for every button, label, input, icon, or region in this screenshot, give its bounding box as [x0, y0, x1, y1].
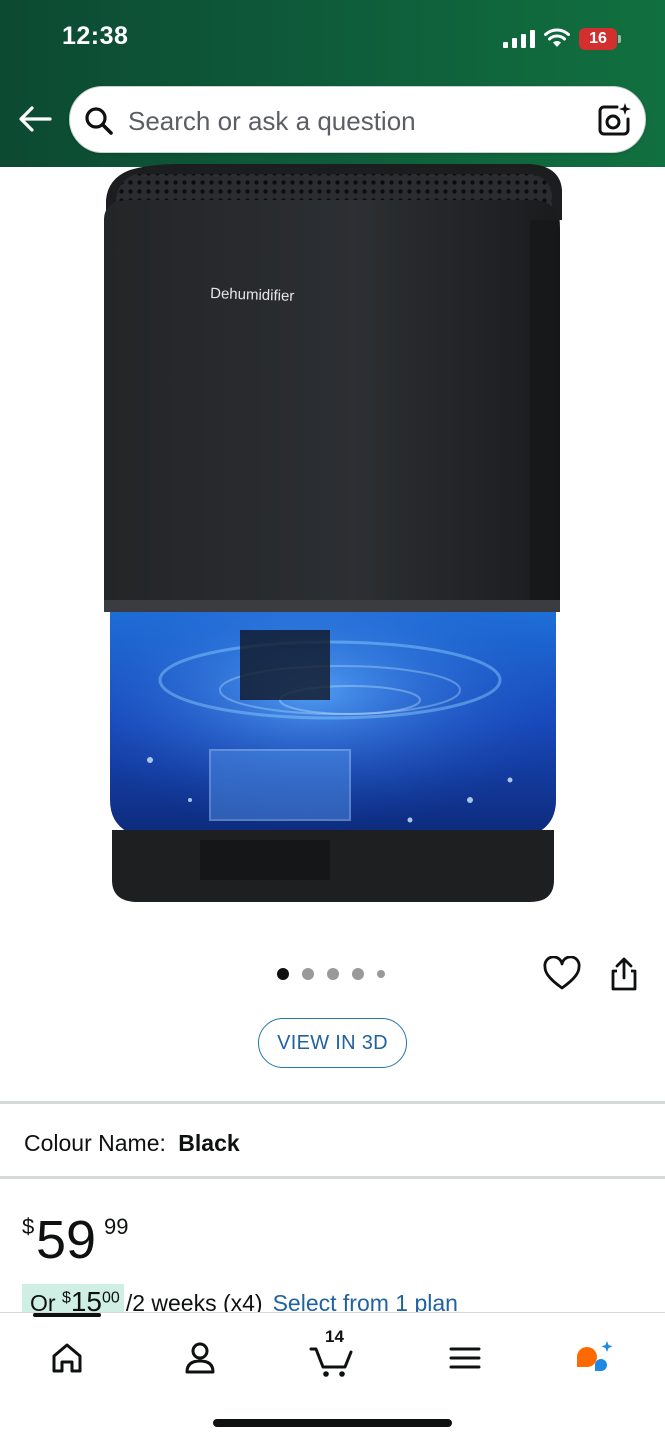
search-input[interactable]: [128, 101, 568, 141]
wifi-icon: [544, 28, 570, 47]
svg-text:Dehumidifier: Dehumidifier: [210, 285, 295, 305]
home-indicator: [213, 1419, 452, 1427]
installment-fraction: 00: [102, 1289, 120, 1307]
price-currency-symbol: $: [22, 1214, 35, 1239]
price-whole: 59: [36, 1210, 97, 1270]
search-icon: [85, 107, 113, 135]
select-plan-link[interactable]: Select from 1 plan: [273, 1290, 458, 1314]
installment-whole: 15: [70, 1286, 103, 1314]
rufus-assistant-icon: [577, 1341, 613, 1371]
home-icon: [52, 1343, 82, 1373]
status-time: 12:38: [62, 22, 129, 50]
back-button[interactable]: [14, 98, 56, 140]
colour-label: Colour Name:: [24, 1130, 166, 1156]
bottom-nav: 14: [0, 1312, 665, 1440]
active-tab-indicator: [33, 1313, 101, 1317]
hamburger-menu-icon: [449, 1347, 481, 1369]
nav-cart[interactable]: 14: [303, 1327, 363, 1383]
installment-period: /2 weeks (x4): [125, 1290, 263, 1314]
camera-lens-icon[interactable]: [595, 101, 633, 139]
carousel-dot[interactable]: [277, 968, 289, 980]
nav-rufus[interactable]: [567, 1333, 627, 1383]
product-image[interactable]: Dehumidifier: [90, 160, 575, 920]
arrow-left-icon: [19, 106, 52, 132]
installment-currency-symbol: $: [61, 1289, 71, 1307]
cart-count-badge: 14: [325, 1327, 344, 1346]
battery-tip: [618, 35, 621, 43]
battery-icon: 16: [579, 28, 621, 50]
section-divider: [0, 1176, 665, 1179]
image-carousel-dots: [277, 967, 385, 981]
nav-account[interactable]: [170, 1333, 230, 1383]
carousel-dot[interactable]: [327, 968, 339, 980]
cellular-signal-icon: [503, 30, 535, 48]
nav-menu[interactable]: [435, 1333, 495, 1383]
search-bar[interactable]: [69, 86, 646, 153]
price-fraction: 99: [104, 1214, 129, 1239]
battery-level: 16: [579, 28, 617, 50]
installment-prefix: Or: [30, 1290, 62, 1314]
carousel-dot[interactable]: [302, 968, 314, 980]
status-bar: 12:38 16: [0, 0, 665, 78]
person-icon: [185, 1342, 215, 1374]
nav-home[interactable]: [37, 1333, 97, 1383]
colour-value: Black: [178, 1130, 240, 1156]
view-in-3d-button[interactable]: VIEW IN 3D: [258, 1018, 407, 1068]
installment-row: Or $1500/2 weeks (x4) Select from 1 plan: [22, 1284, 665, 1314]
carousel-dot[interactable]: [352, 968, 364, 980]
app-header: 12:38 16: [0, 0, 665, 167]
carousel-dot[interactable]: [377, 970, 385, 978]
colour-row: Colour Name: Black: [24, 1130, 240, 1157]
heart-icon[interactable]: [542, 956, 582, 992]
installment-badge: Or $1500: [22, 1284, 124, 1314]
section-divider: [0, 1101, 665, 1104]
share-icon[interactable]: [608, 956, 640, 992]
